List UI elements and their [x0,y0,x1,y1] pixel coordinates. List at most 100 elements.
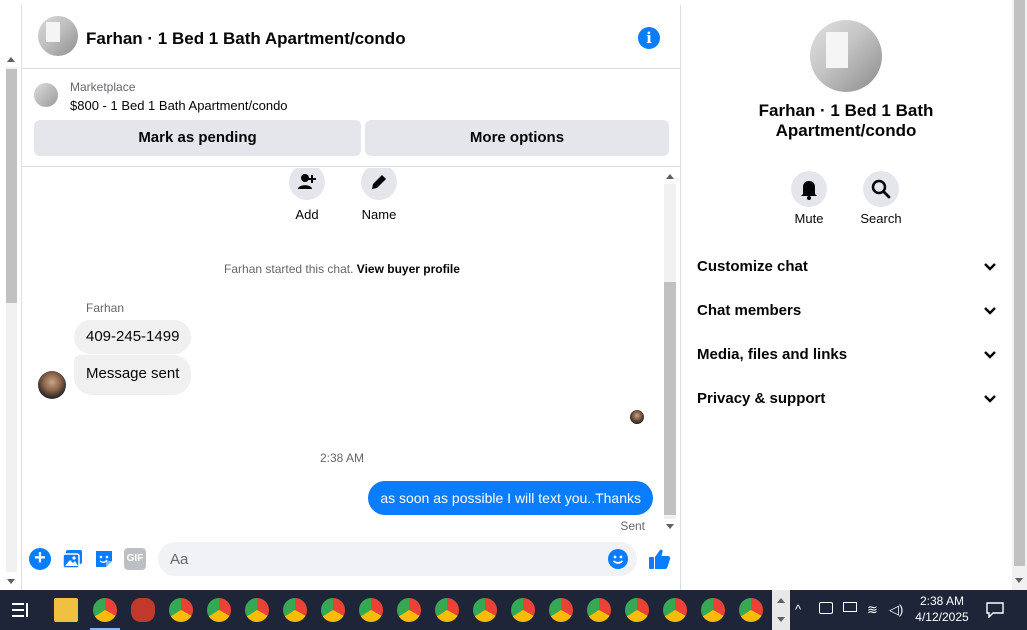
file-explorer-icon[interactable] [54,598,78,622]
conversation-title[interactable]: Farhan · 1 Bed 1 Bath Apartment/condo [86,29,406,49]
chrome-profile-icon[interactable] [549,598,573,622]
chrome-profile-icon[interactable] [359,598,383,622]
page-scrollbar[interactable] [0,53,21,590]
panel-title: Farhan · 1 Bed 1 Bath Apartment/condo [758,101,934,140]
scroll-down-arrow-icon[interactable] [1015,578,1023,583]
chevron-up-icon[interactable]: ^ [795,602,801,618]
listing-title[interactable]: $800 - 1 Bed 1 Bath Apartment/condo [70,98,288,113]
scrollbar-thumb[interactable] [6,69,17,303]
listing-thumbnail[interactable] [34,83,58,107]
task-view-icon[interactable] [11,601,29,619]
mark-as-pending-button[interactable]: Mark as pending [34,120,361,156]
thumbs-up-icon[interactable] [648,547,672,571]
image-icon[interactable] [62,548,84,570]
edit-name-button[interactable] [361,168,397,200]
windows-taskbar: ^ ≋ ◁) 2:38 AM 4/12/2025 [0,590,1027,630]
more-options-button[interactable]: More options [365,120,669,156]
add-people-button[interactable] [289,168,325,200]
meet-now-icon[interactable] [819,602,833,614]
sender-name: Farhan [86,301,125,315]
message-composer: + GIF [22,538,681,582]
chrome-profile-icon[interactable] [207,598,231,622]
conversation-header: Farhan · 1 Bed 1 Bath Apartment/condo i [22,5,681,69]
outgoing-message[interactable]: as soon as possible I will text you..Tha… [368,481,653,515]
scroll-up-arrow-icon[interactable] [7,57,15,62]
chevron-down-icon [984,307,996,315]
section-label: Media, files and links [697,346,848,363]
chrome-profile-icon[interactable] [435,598,459,622]
add-person-icon [298,173,316,189]
chrome-profile-icon[interactable] [397,598,421,622]
marketplace-banner: Marketplace $800 - 1 Bed 1 Bath Apartmen… [22,70,681,167]
window-scrollbar[interactable] [1012,0,1027,590]
listing-avatar[interactable] [38,16,78,56]
chrome-profile-icon[interactable] [511,598,535,622]
scroll-up-arrow-icon[interactable] [666,174,674,179]
chrome-profile-icon[interactable] [625,598,649,622]
sender-avatar[interactable] [38,371,66,399]
scroll-down-arrow-icon[interactable] [7,579,15,584]
info-icon[interactable]: i [638,27,660,49]
incoming-message[interactable]: Message sent [74,355,192,395]
emoji-icon[interactable] [608,549,628,569]
conversation-pane: Farhan · 1 Bed 1 Bath Apartment/condo i … [21,5,681,590]
search-label: Search [860,211,902,226]
taskbar-scroll[interactable] [772,590,790,630]
scroll-up-arrow-icon[interactable] [777,598,785,603]
section-label: Chat members [697,302,802,319]
chrome-profile-icon[interactable] [587,598,611,622]
pencil-icon [372,174,386,189]
message-input[interactable] [158,542,637,576]
chrome-profile-icon[interactable] [321,598,345,622]
message-scrollbar[interactable] [662,170,679,533]
section-customize-chat[interactable]: Customize chat [697,252,997,282]
seen-receipt-avatar [630,410,644,424]
scroll-down-arrow-icon[interactable] [666,524,674,529]
section-label: Privacy & support [697,390,826,407]
scroll-down-arrow-icon[interactable] [777,617,785,622]
section-media-files-links[interactable]: Media, files and links [697,340,997,370]
clock-date: 4/12/2025 [915,610,969,624]
plus-icon[interactable]: + [29,548,51,570]
bell-icon [801,181,817,200]
battery-icon[interactable] [843,602,857,612]
mute-label: Mute [794,211,824,226]
message-list: Add Name Farhan started this chat. View … [22,168,662,533]
gif-icon[interactable]: GIF [124,548,146,570]
sticker-icon[interactable] [93,548,115,570]
chrome-profile-icon[interactable] [739,598,763,622]
messenger-window: Farhan · 1 Bed 1 Bath Apartment/condo i … [0,0,1027,630]
smile-icon [612,555,624,564]
clock-time: 2:38 AM [919,594,965,608]
view-buyer-profile-link[interactable]: View buyer profile [357,262,460,276]
incoming-message[interactable]: 409-245-1499 [74,320,192,354]
chrome-profile-icon[interactable] [701,598,725,622]
section-privacy-support[interactable]: Privacy & support [697,384,997,414]
chrome-profile-icon[interactable] [169,598,193,622]
paint-icon[interactable] [131,598,155,622]
wifi-icon[interactable]: ≋ [867,602,878,618]
chrome-profile-icon[interactable] [473,598,497,622]
volume-icon[interactable]: ◁) [889,602,903,618]
chrome-icon[interactable] [93,598,117,622]
chevron-down-icon [984,263,996,271]
scrollbar-thumb[interactable] [664,282,676,515]
search-button[interactable] [863,171,899,207]
chat-details-panel: Farhan · 1 Bed 1 Bath Apartment/condo Mu… [680,5,1012,590]
scrollbar-thumb[interactable] [1014,0,1025,566]
section-label: Customize chat [697,258,808,275]
marketplace-label: Marketplace [70,80,136,94]
section-chat-members[interactable]: Chat members [697,296,997,326]
chrome-profile-icon[interactable] [283,598,307,622]
name-label: Name [361,207,397,222]
mute-button[interactable] [791,171,827,207]
chevron-down-icon [984,395,996,403]
notification-icon[interactable] [986,602,1004,618]
clock[interactable]: 2:38 AM 4/12/2025 [908,593,976,625]
chat-started-text: Farhan started this chat. [224,262,357,276]
listing-avatar-large[interactable] [810,20,882,92]
add-label: Add [295,207,319,222]
chrome-profile-icon[interactable] [663,598,687,622]
chat-started-notice: Farhan started this chat. View buyer pro… [22,262,662,276]
chrome-profile-icon[interactable] [245,598,269,622]
